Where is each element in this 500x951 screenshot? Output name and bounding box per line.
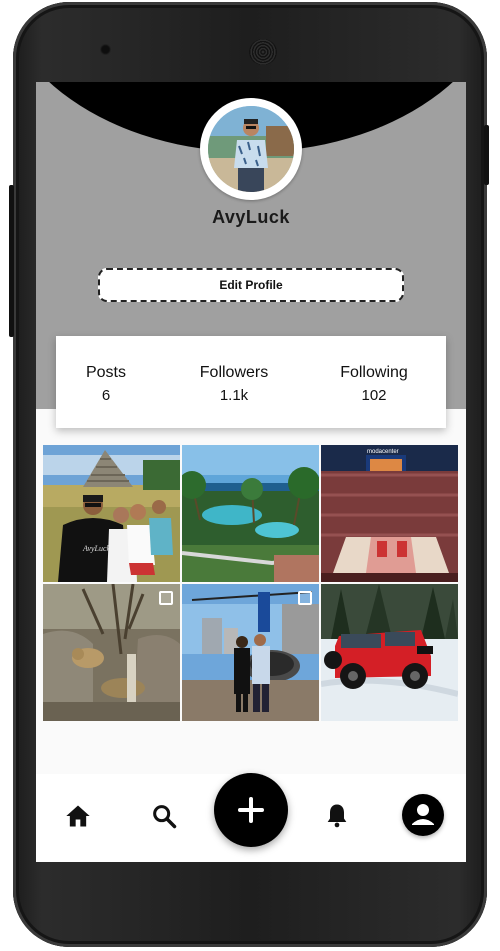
photo-helicopter-couple[interactable]	[182, 584, 319, 721]
stat-posts[interactable]: Posts 6	[46, 364, 166, 404]
photo-pyramid-selfie[interactable]: AvyLuck	[43, 445, 180, 582]
side-button-right	[484, 125, 489, 185]
username: AvyLuck	[212, 207, 290, 227]
multiple-photos-icon	[159, 591, 173, 605]
stats-card: Posts 6 Followers 1.1k Following 102	[56, 336, 446, 428]
multiple-photos-icon	[298, 591, 312, 605]
stat-followers[interactable]: Followers 1.1k	[174, 364, 294, 404]
stat-followers-value: 1.1k	[219, 387, 249, 404]
stat-posts-value: 6	[101, 387, 111, 404]
photo-resort-pool[interactable]	[182, 445, 319, 582]
profile-button[interactable]	[402, 794, 444, 836]
arena-sign: modacenter	[367, 449, 399, 455]
tshirt-text: AvyLuck	[82, 544, 111, 553]
stat-following-value: 102	[361, 387, 387, 404]
bell-icon[interactable]	[323, 801, 351, 829]
avatar[interactable]	[200, 98, 302, 200]
add-post-button[interactable]	[214, 773, 288, 847]
edit-profile-button[interactable]: Edit Profile	[98, 268, 404, 302]
stat-posts-label: Posts	[85, 364, 126, 381]
side-button-left	[9, 185, 14, 337]
stat-following-label: Following	[340, 364, 408, 381]
photo-red-jeep-snow[interactable]	[321, 584, 458, 721]
avatar-photo	[208, 106, 294, 192]
front-camera	[100, 44, 111, 55]
bottom-nav	[36, 773, 466, 862]
stat-followers-label: Followers	[199, 364, 269, 381]
stat-following[interactable]: Following 102	[314, 364, 434, 404]
add-icon	[238, 797, 264, 823]
photo-lions-zoo[interactable]	[43, 584, 180, 721]
profile-icon	[412, 804, 434, 825]
photo-basketball-arena[interactable]: modacenter	[321, 445, 458, 582]
earpiece-speaker	[249, 39, 277, 65]
photo-grid: AvyLuck modacenter	[43, 445, 460, 721]
search-icon[interactable]	[150, 802, 178, 830]
home-icon[interactable]	[64, 802, 92, 830]
app-screen: AvyLuck Edit Profile Posts 6 Followers 1…	[36, 82, 466, 862]
